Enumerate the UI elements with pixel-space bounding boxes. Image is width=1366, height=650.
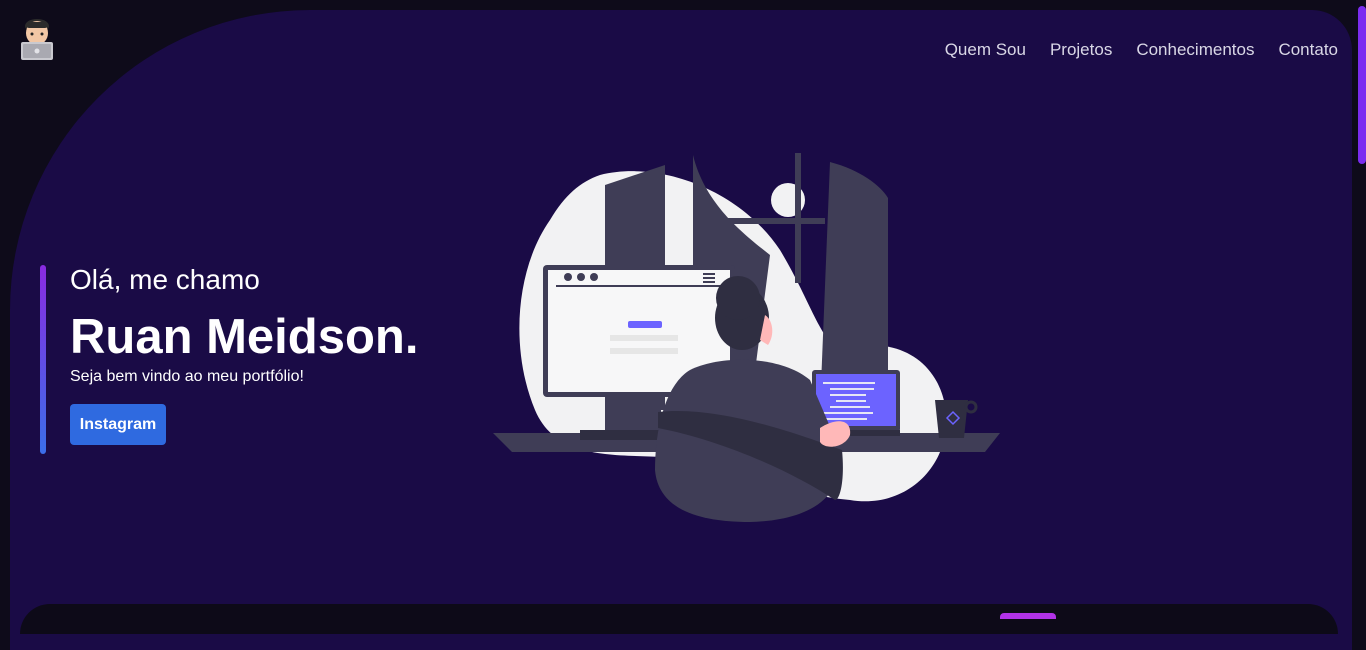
scrollbar-thumb[interactable] (1358, 6, 1366, 164)
next-section-accent (1000, 613, 1056, 619)
nav-link-conhecimentos[interactable]: Conhecimentos (1136, 40, 1254, 60)
next-section-top (20, 604, 1338, 634)
hero-subtitle: Seja bem vindo ao meu portfólio! (70, 368, 304, 385)
nav-link-contato[interactable]: Contato (1278, 40, 1338, 60)
hero-greeting: Olá, me chamo (70, 264, 260, 295)
hero-accent-bar (40, 265, 46, 454)
nav-link-quem-sou[interactable]: Quem Sou (945, 40, 1026, 60)
hero-name: Ruan Meidson. (70, 310, 419, 364)
instagram-button[interactable]: Instagram (70, 404, 166, 445)
logo-avatar-icon[interactable] (18, 12, 56, 62)
main-nav: Quem Sou Projetos Conhecimentos Contato (945, 40, 1338, 60)
nav-link-projetos[interactable]: Projetos (1050, 40, 1112, 60)
developer-illustration (490, 150, 1005, 530)
